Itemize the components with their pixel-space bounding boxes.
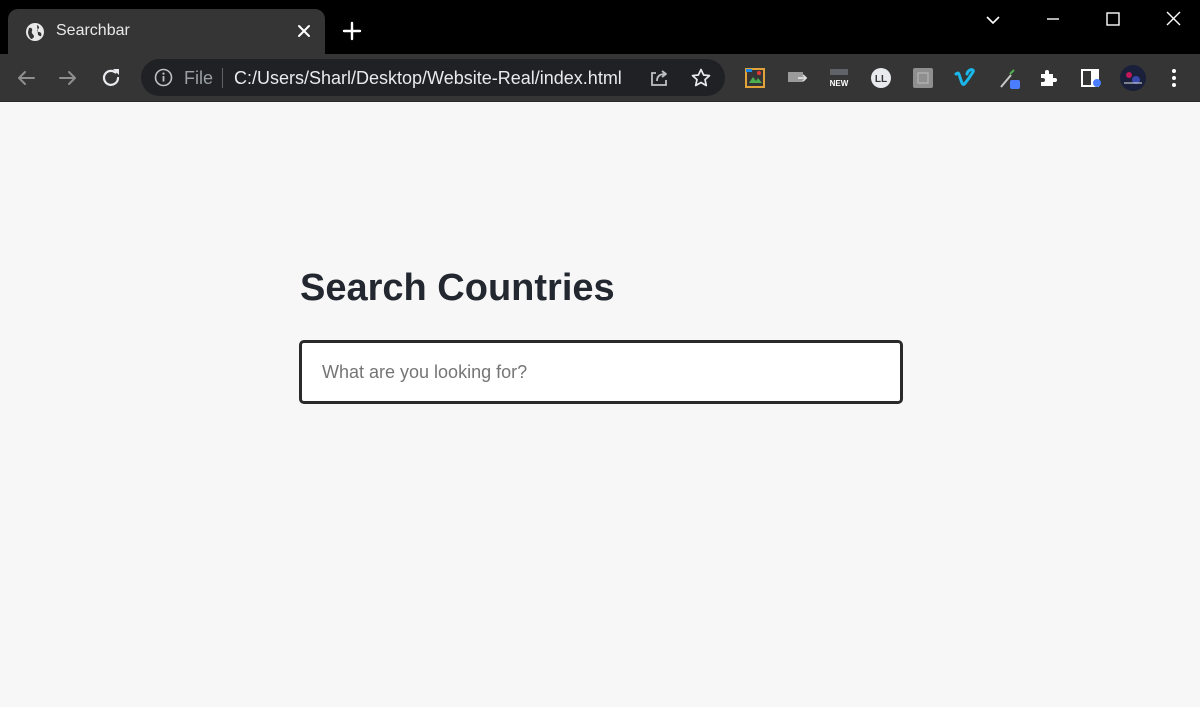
colorpick-extension-icon[interactable] xyxy=(743,66,767,90)
share-icon[interactable] xyxy=(648,67,670,89)
eyedropper-extension-icon[interactable] xyxy=(998,66,1022,90)
tab-search-chevron-icon[interactable] xyxy=(981,8,1005,32)
url-text[interactable]: C:/Users/Sharl/Desktop/Website-Real/inde… xyxy=(234,67,622,89)
maximize-icon[interactable] xyxy=(1101,8,1125,32)
new-badge-extension-icon[interactable]: NEW xyxy=(827,66,851,90)
ll-extension-icon[interactable]: LL xyxy=(869,66,893,90)
cast-extension-icon[interactable] xyxy=(785,66,809,90)
page-content: Search Countries xyxy=(0,103,1200,707)
close-window-icon[interactable] xyxy=(1162,8,1186,32)
vimeo-extension-icon[interactable] xyxy=(953,66,977,90)
address-bar[interactable]: File C:/Users/Sharl/Desktop/Website-Real… xyxy=(141,59,725,96)
bookmark-star-icon[interactable] xyxy=(690,67,712,89)
forward-arrow-icon[interactable] xyxy=(56,66,80,90)
menu-dots-icon[interactable] xyxy=(1162,66,1186,90)
tab-strip: Searchbar xyxy=(0,0,1200,54)
search-input[interactable] xyxy=(299,340,903,404)
svg-text:LL: LL xyxy=(875,74,887,85)
page-title: Search Countries xyxy=(300,267,615,309)
close-tab-icon[interactable] xyxy=(294,21,314,41)
sidepanel-icon[interactable] xyxy=(1079,66,1103,90)
gray-square-extension-icon[interactable] xyxy=(911,66,935,90)
browser-toolbar: File C:/Users/Sharl/Desktop/Website-Real… xyxy=(0,54,1200,102)
tab-title: Searchbar xyxy=(56,22,130,39)
new-tab-icon[interactable] xyxy=(341,20,363,42)
puzzle-extensions-icon[interactable] xyxy=(1037,66,1061,90)
profile-avatar[interactable] xyxy=(1119,64,1147,92)
active-tab[interactable]: Searchbar xyxy=(8,9,325,54)
minimize-icon[interactable] xyxy=(1041,8,1065,32)
url-separator xyxy=(222,68,223,88)
globe-icon xyxy=(26,23,44,41)
reload-icon[interactable] xyxy=(99,66,123,90)
info-icon[interactable] xyxy=(154,68,173,87)
back-arrow-icon[interactable] xyxy=(14,66,38,90)
svg-text:NEW: NEW xyxy=(830,79,849,88)
url-scheme-label: File xyxy=(184,68,214,88)
